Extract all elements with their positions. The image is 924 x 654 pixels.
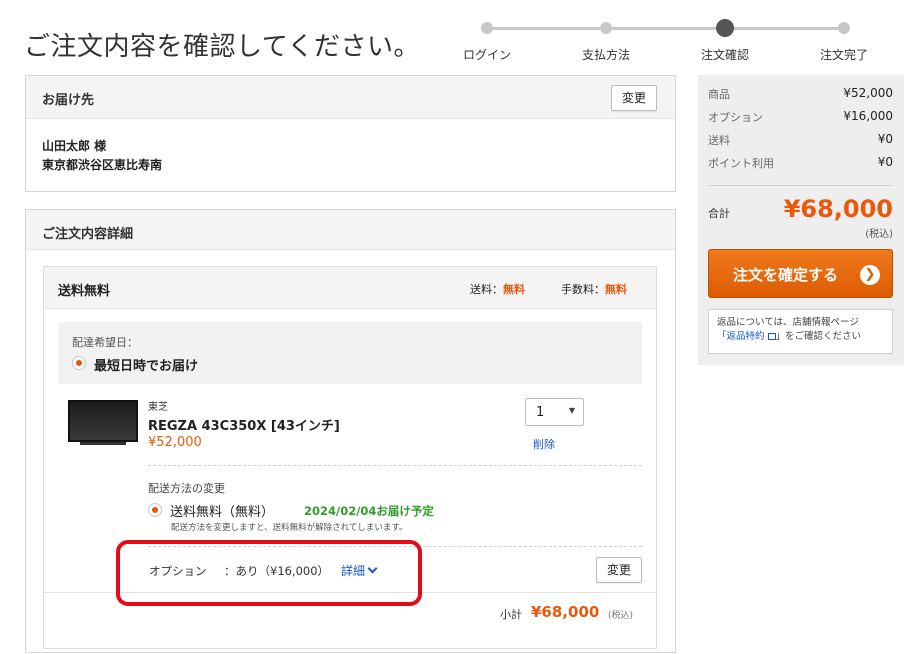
progress-dot-confirm	[716, 19, 734, 37]
order-detail-title: ご注文内容詳細	[42, 227, 134, 242]
delivery-date-box: 配達希望日： 最短日時でお届け	[58, 322, 642, 384]
product-name: REGZA 43C350X [43インチ]	[148, 419, 340, 434]
divider	[708, 185, 893, 186]
delete-item-link[interactable]: 削除	[533, 436, 555, 452]
summary-option-label: オプション	[708, 111, 763, 124]
progress-step-payment: 支払方法	[581, 48, 631, 62]
shipping-group-header: 送料無料 送料：無料 手数料：無料	[44, 267, 656, 309]
delivery-address-header: お届け先 変更	[26, 76, 675, 119]
quantity-select[interactable]: 1 ▼	[525, 398, 584, 426]
shipping-method-label: 配送方法の変更	[148, 482, 225, 495]
handling-fee-label: 手数料：	[561, 283, 605, 296]
order-summary: 商品 ¥52,000 オプション ¥16,000 送料 ¥0 ポイント利用 ¥0…	[698, 75, 904, 365]
option-highlight-box	[116, 540, 422, 606]
shipping-group-title: 送料無料	[58, 284, 111, 299]
quantity-value: 1	[536, 405, 545, 420]
summary-product-value: ¥52,000	[843, 86, 893, 100]
return-policy-link[interactable]: 「返品特約	[717, 331, 776, 342]
summary-shipping-label: 送料	[708, 134, 730, 147]
recipient-address: 東京都渋谷区恵比寿南	[42, 158, 163, 172]
progress-line	[487, 27, 844, 30]
chevron-right-icon: ❯	[860, 265, 880, 285]
divider	[148, 465, 642, 466]
delivery-address-card: お届け先 変更 山田太郎 様 東京都渋谷区恵比寿南	[25, 75, 676, 192]
confirm-order-button[interactable]: 注文を確定する ❯	[708, 249, 893, 298]
summary-points-value: ¥0	[877, 155, 893, 169]
summary-row-points: ポイント利用 ¥0	[708, 155, 893, 171]
summary-option-value: ¥16,000	[843, 109, 893, 123]
progress-dot-payment	[600, 22, 612, 34]
delivery-date-option: 最短日時でお届け	[94, 359, 199, 374]
product-price: ¥52,000	[148, 435, 202, 450]
subtotal-value: ¥68,000	[531, 603, 600, 621]
return-note-line1: 返品については、店舗情報ページ	[717, 317, 859, 328]
subtotal-label: 小計	[500, 608, 522, 621]
summary-shipping-value: ¥0	[877, 132, 893, 146]
page-title: ご注文内容を確認してください。	[24, 32, 420, 62]
recipient-name: 山田太郎 様	[42, 139, 107, 153]
delivery-address-title: お届け先	[42, 93, 95, 108]
external-window-icon	[767, 333, 776, 340]
order-detail-header: ご注文内容詳細	[26, 210, 675, 250]
checkout-progress: ログイン 支払方法 注文確認 注文完了	[463, 19, 868, 62]
summary-row-option: オプション ¥16,000	[708, 109, 893, 125]
progress-dot-complete	[838, 22, 850, 34]
return-policy-note: 返品については、店舗情報ページ 「返品特約 」をご確認ください	[708, 309, 893, 354]
shipping-fee-value: 無料	[503, 283, 525, 296]
shipping-fee-label: 送料：	[470, 283, 503, 296]
summary-points-label: ポイント利用	[708, 157, 774, 170]
change-option-button[interactable]: 変更	[596, 557, 642, 583]
subtotal-tax-note: (税込)	[608, 611, 634, 621]
summary-total-label: 合計	[708, 207, 730, 220]
handling-fee-value: 無料	[605, 283, 627, 296]
summary-row-product: 商品 ¥52,000	[708, 86, 893, 102]
progress-dot-login	[481, 22, 493, 34]
summary-total-value: ¥68,000	[783, 195, 893, 223]
shipping-method-option: 送料無料（無料）	[170, 505, 275, 520]
shipping-eta: 2024/02/04お届け予定	[304, 504, 434, 518]
delivery-date-label: 配達希望日：	[72, 336, 138, 349]
product-image	[68, 400, 138, 445]
delivery-date-radio[interactable]	[72, 356, 86, 370]
progress-step-login: ログイン	[462, 48, 512, 62]
summary-product-label: 商品	[708, 88, 730, 101]
chevron-down-icon: ▼	[568, 406, 575, 415]
progress-step-confirm: 注文確認	[700, 48, 750, 62]
summary-total-tax-note: (税込)	[865, 229, 893, 240]
summary-row-shipping: 送料 ¥0	[708, 132, 893, 148]
return-policy-link-label: 「返品特約	[717, 331, 765, 342]
shipping-method-radio[interactable]	[148, 503, 162, 517]
product-brand: 東芝	[148, 402, 168, 413]
change-address-button[interactable]: 変更	[611, 85, 657, 111]
shipping-method-note: 配送方法を変更しますと、送料無料が解除されてしまいます。	[171, 523, 408, 533]
confirm-order-label: 注文を確定する	[733, 266, 839, 284]
return-note-line2: 」をご確認ください	[775, 331, 862, 342]
progress-step-complete: 注文完了	[819, 48, 869, 62]
